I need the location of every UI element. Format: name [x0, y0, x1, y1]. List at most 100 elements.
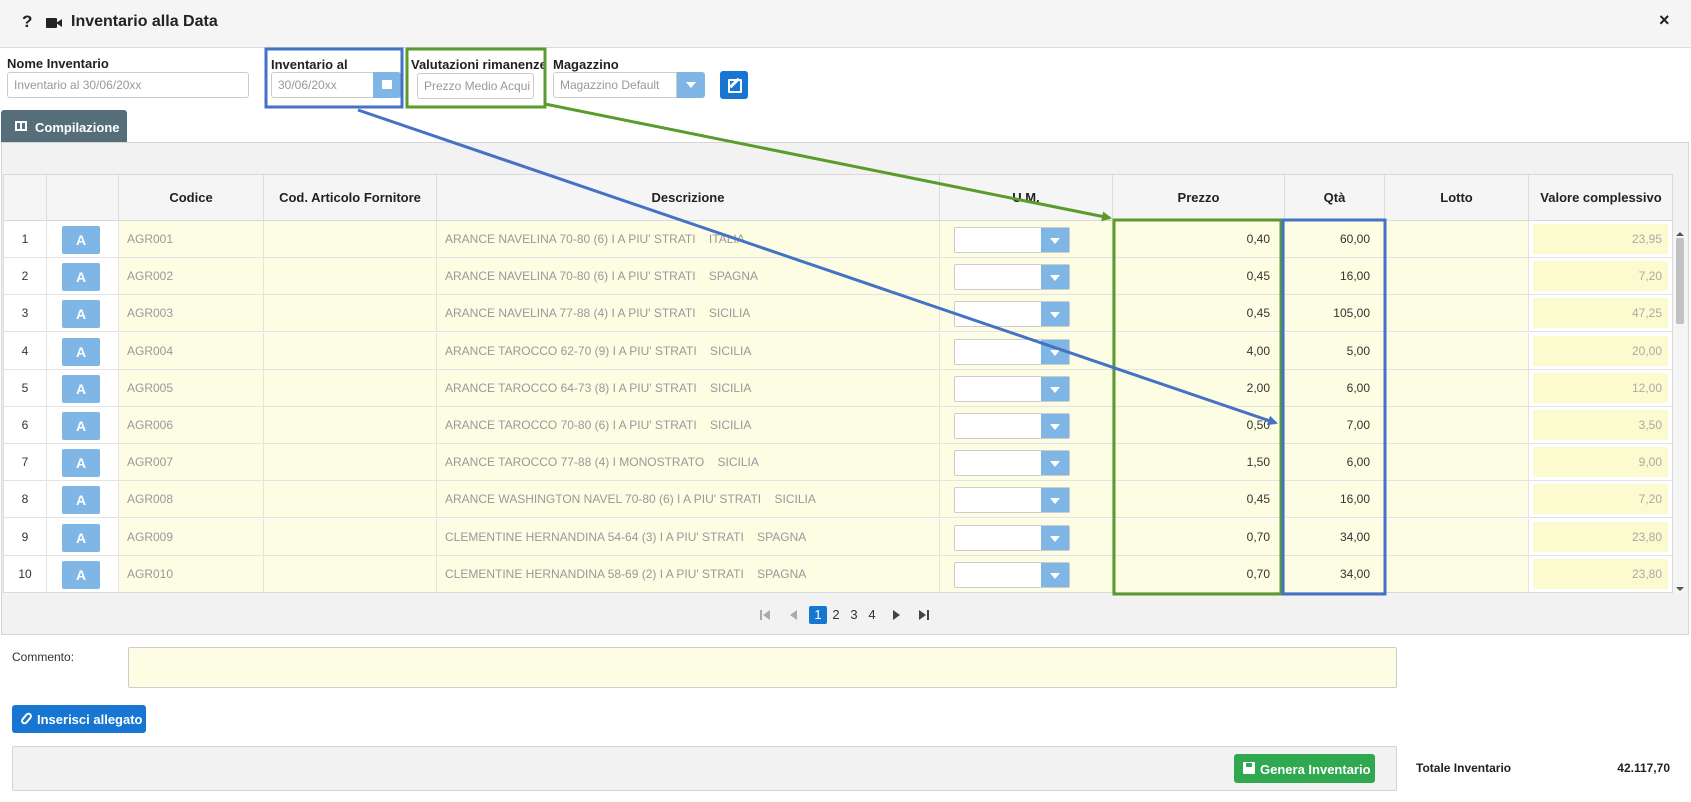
inserisci-allegato-button[interactable]: Inserisci allegato: [12, 705, 146, 733]
qta-cell[interactable]: 7,00: [1285, 407, 1385, 443]
descrizione-cell[interactable]: ARANCE TAROCCO 64-73 (8) I A PIU' STRATI…: [437, 369, 940, 406]
lotto-cell[interactable]: [1385, 444, 1529, 481]
vertical-scrollbar[interactable]: [1673, 232, 1687, 593]
first-page-icon[interactable]: [760, 610, 770, 620]
um-select[interactable]: [954, 264, 1070, 291]
descrizione-cell[interactable]: CLEMENTINE HERNANDINA 58-69 (2) I A PIU'…: [437, 555, 940, 592]
row-action-button[interactable]: A: [62, 300, 100, 329]
prezzo-cell[interactable]: 0,45: [1113, 295, 1285, 332]
chevron-down-icon[interactable]: [1041, 525, 1069, 550]
prezzo-cell[interactable]: 1,50: [1113, 444, 1285, 481]
chevron-down-icon[interactable]: [1041, 488, 1069, 513]
qta-cell[interactable]: 60,00: [1285, 221, 1385, 257]
prezzo-cell[interactable]: 0,40: [1113, 221, 1285, 257]
row-action-button[interactable]: A: [62, 337, 100, 366]
codice-cell[interactable]: AGR001: [119, 221, 264, 257]
prev-page-icon[interactable]: [790, 610, 798, 620]
descrizione-cell[interactable]: ARANCE NAVELINA 77-88 (4) I A PIU' STRAT…: [437, 295, 940, 332]
chevron-down-icon[interactable]: [1041, 228, 1069, 252]
row-action-button[interactable]: A: [62, 523, 100, 552]
codice-cell[interactable]: AGR008: [119, 481, 264, 518]
cod-fornitore-cell[interactable]: [264, 444, 437, 481]
chevron-down-icon[interactable]: [1041, 302, 1069, 327]
lotto-cell[interactable]: [1385, 481, 1529, 518]
lotto-cell[interactable]: [1385, 555, 1529, 592]
prezzo-cell[interactable]: 4,00: [1113, 332, 1285, 369]
row-action-button[interactable]: A: [62, 412, 100, 440]
chevron-down-icon[interactable]: [1041, 562, 1069, 587]
qta-cell[interactable]: 6,00: [1285, 444, 1385, 481]
descrizione-cell[interactable]: ARANCE TAROCCO 62-70 (9) I A PIU' STRATI…: [437, 332, 940, 369]
qta-cell[interactable]: 5,00: [1285, 332, 1385, 369]
um-select[interactable]: [954, 450, 1070, 477]
cod-fornitore-cell[interactable]: [264, 555, 437, 592]
codice-cell[interactable]: AGR002: [119, 258, 264, 295]
edit-icon[interactable]: [720, 71, 748, 99]
table-row[interactable]: 3 A AGR003 ARANCE NAVELINA 77-88 (4) I A PI…: [4, 295, 1672, 333]
scroll-up-icon[interactable]: [1676, 232, 1684, 236]
table-row[interactable]: 1 A AGR001 ARANCE NAVELINA 70-80 (6) I A PI…: [4, 221, 1672, 258]
prezzo-cell[interactable]: 0,70: [1113, 518, 1285, 555]
lotto-cell[interactable]: [1385, 332, 1529, 369]
page-3[interactable]: 3: [845, 606, 863, 624]
codice-cell[interactable]: AGR007: [119, 444, 264, 481]
qta-cell[interactable]: 16,00: [1285, 481, 1385, 518]
lotto-cell[interactable]: [1385, 295, 1529, 332]
header-prezzo[interactable]: Prezzo: [1113, 175, 1285, 220]
prezzo-cell[interactable]: 0,45: [1113, 481, 1285, 518]
scroll-down-icon[interactable]: [1676, 587, 1684, 591]
page-1[interactable]: 1: [809, 606, 827, 624]
table-row[interactable]: 4 A AGR004 ARANCE TAROCCO 62-70 (9) I A PIU…: [4, 332, 1672, 370]
um-select[interactable]: [954, 375, 1070, 402]
um-select[interactable]: [954, 524, 1070, 551]
cod-fornitore-cell[interactable]: [264, 295, 437, 332]
qta-cell[interactable]: 105,00: [1285, 295, 1385, 332]
prezzo-cell[interactable]: 0,50: [1113, 407, 1285, 443]
nome-inventario-input[interactable]: Inventario al 30/06/20xx: [7, 72, 249, 98]
um-select[interactable]: [954, 227, 1070, 253]
descrizione-cell[interactable]: CLEMENTINE HERNANDINA 54-64 (3) I A PIU'…: [437, 518, 940, 555]
chevron-down-icon[interactable]: [1041, 414, 1069, 438]
chevron-down-icon[interactable]: [1041, 451, 1069, 476]
scroll-thumb[interactable]: [1676, 238, 1684, 324]
lotto-cell[interactable]: [1385, 407, 1529, 443]
um-select[interactable]: [954, 301, 1070, 328]
codice-cell[interactable]: AGR006: [119, 407, 264, 443]
qta-cell[interactable]: 34,00: [1285, 518, 1385, 555]
prezzo-cell[interactable]: 2,00: [1113, 369, 1285, 406]
header-qta[interactable]: Qtà: [1285, 175, 1385, 220]
descrizione-cell[interactable]: ARANCE TAROCCO 77-88 (4) I MONOSTRATO SI…: [437, 444, 940, 481]
table-row[interactable]: 6 A AGR006 ARANCE TAROCCO 70-80 (6) I A PIU…: [4, 407, 1672, 444]
table-row[interactable]: 10 A AGR010 CLEMENTINE HERNANDINA 58-69 (2)…: [4, 555, 1672, 592]
um-select[interactable]: [954, 338, 1070, 365]
header-lotto[interactable]: Lotto: [1385, 175, 1529, 220]
lotto-cell[interactable]: [1385, 518, 1529, 555]
cod-fornitore-cell[interactable]: [264, 258, 437, 295]
row-action-button[interactable]: A: [62, 449, 100, 478]
lotto-cell[interactable]: [1385, 221, 1529, 257]
header-descrizione[interactable]: Descrizione: [437, 175, 940, 220]
chevron-down-icon[interactable]: [677, 72, 705, 98]
descrizione-cell[interactable]: ARANCE WASHINGTON NAVEL 70-80 (6) I A PI…: [437, 481, 940, 518]
calendar-icon[interactable]: [373, 72, 401, 98]
header-valore[interactable]: Valore complessivo: [1529, 175, 1672, 220]
table-row[interactable]: 7 A AGR007 ARANCE TAROCCO 77-88 (4) I MONOS…: [4, 444, 1672, 482]
table-row[interactable]: 8 A AGR008 ARANCE WASHINGTON NAVEL 70-80 (6…: [4, 481, 1672, 519]
commento-input[interactable]: [128, 647, 1397, 688]
chevron-down-icon[interactable]: [1041, 376, 1069, 401]
header-codice[interactable]: Codice: [119, 175, 264, 220]
table-row[interactable]: 5 A AGR005 ARANCE TAROCCO 64-73 (8) I A PIU…: [4, 369, 1672, 407]
row-action-button[interactable]: A: [62, 226, 100, 254]
cod-fornitore-cell[interactable]: [264, 221, 437, 257]
um-select[interactable]: [954, 561, 1070, 588]
row-action-button[interactable]: A: [62, 486, 100, 515]
video-camera-icon[interactable]: [46, 18, 62, 28]
qta-cell[interactable]: 16,00: [1285, 258, 1385, 295]
codice-cell[interactable]: AGR003: [119, 295, 264, 332]
codice-cell[interactable]: AGR010: [119, 555, 264, 592]
table-row[interactable]: 2 A AGR002 ARANCE NAVELINA 70-80 (6) I A PI…: [4, 258, 1672, 296]
cod-fornitore-cell[interactable]: [264, 518, 437, 555]
last-page-icon[interactable]: [919, 610, 929, 620]
tab-compilazione[interactable]: Compilazione: [1, 110, 127, 142]
qta-cell[interactable]: 34,00: [1285, 555, 1385, 592]
